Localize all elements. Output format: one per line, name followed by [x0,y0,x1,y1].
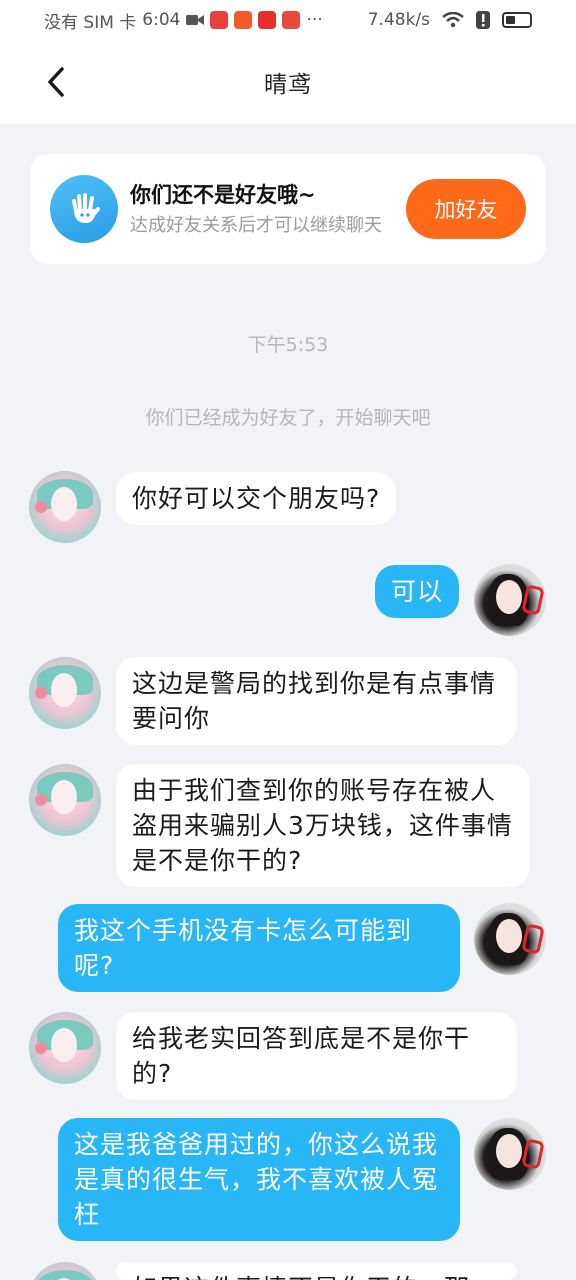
incoming-message[interactable]: 这边是警局的找到你是有点事情要问你 [116,657,517,745]
contact-avatar[interactable] [29,1262,101,1280]
network-speed: 7.48k/s [367,10,430,30]
carrier-label: 没有 SIM 卡 [44,12,137,33]
video-icon [186,15,205,25]
my-avatar[interactable] [474,1118,546,1190]
wifi-icon [442,12,464,28]
contact-avatar[interactable] [29,657,101,729]
status-bar: 没有 SIM 卡 6:04 ··· 7.48k/s [0,0,576,40]
contact-avatar[interactable] [29,1012,101,1084]
clock: 6:04 [142,10,181,30]
waving-hand-icon [50,175,118,243]
alert-icon [476,11,490,29]
more-notifications-icon: ··· [306,10,323,30]
app-notification-icon [258,11,277,29]
incoming-message[interactable]: 给我老实回答到底是不是你干的? [116,1012,517,1100]
message-timestamp: 下午5:53 [247,334,329,356]
my-avatar[interactable] [474,564,546,636]
app-notification-icon [210,11,229,29]
back-button[interactable] [36,62,76,102]
incoming-message[interactable]: 你好可以交个朋友吗? [116,472,397,525]
not-friend-banner: 你们还不是好友哦~ 达成好友关系后才可以继续聊天 加好友 [30,154,546,264]
outgoing-message[interactable]: 这是我爸爸用过的，你这么说我是真的很生气，我不喜欢被人冤枉 [58,1118,460,1241]
outgoing-message[interactable]: 可以 [375,565,460,618]
contact-avatar[interactable] [29,471,101,543]
outgoing-message[interactable]: 我这个手机没有卡怎么可能到呢? [58,904,460,992]
banner-title: 你们还不是好友哦~ [130,182,316,207]
my-avatar[interactable] [474,903,546,975]
chat-header: 晴鸢 [0,40,576,124]
add-friend-button[interactable]: 加好友 [406,179,526,239]
system-note: 你们已经成为好友了，开始聊天吧 [145,407,431,429]
incoming-message[interactable]: 如果这件事情不是你干的，那 [116,1262,517,1280]
banner-subtitle: 达成好友关系后才可以继续聊天 [130,214,382,236]
contact-avatar[interactable] [29,764,101,836]
app-notification-icon [234,11,253,29]
page-title: 晴鸢 [264,72,312,98]
battery-icon [502,12,532,28]
chevron-left-icon [48,67,64,97]
incoming-message[interactable]: 由于我们查到你的账号存在被人盗用来骗别人3万块钱，这件事情是不是你干的? [116,764,530,887]
app-notification-icon [282,11,301,29]
